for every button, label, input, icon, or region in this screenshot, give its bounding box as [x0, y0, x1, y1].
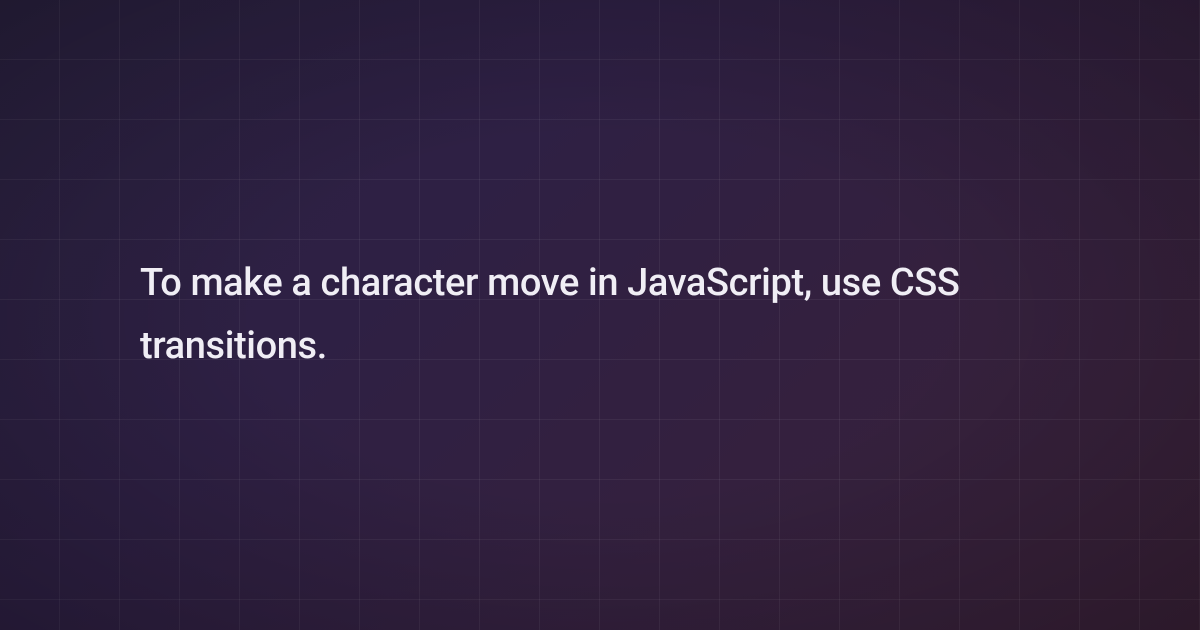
headline-text: To make a character move in JavaScript, …	[140, 252, 1060, 377]
content-container: To make a character move in JavaScript, …	[0, 0, 1200, 630]
